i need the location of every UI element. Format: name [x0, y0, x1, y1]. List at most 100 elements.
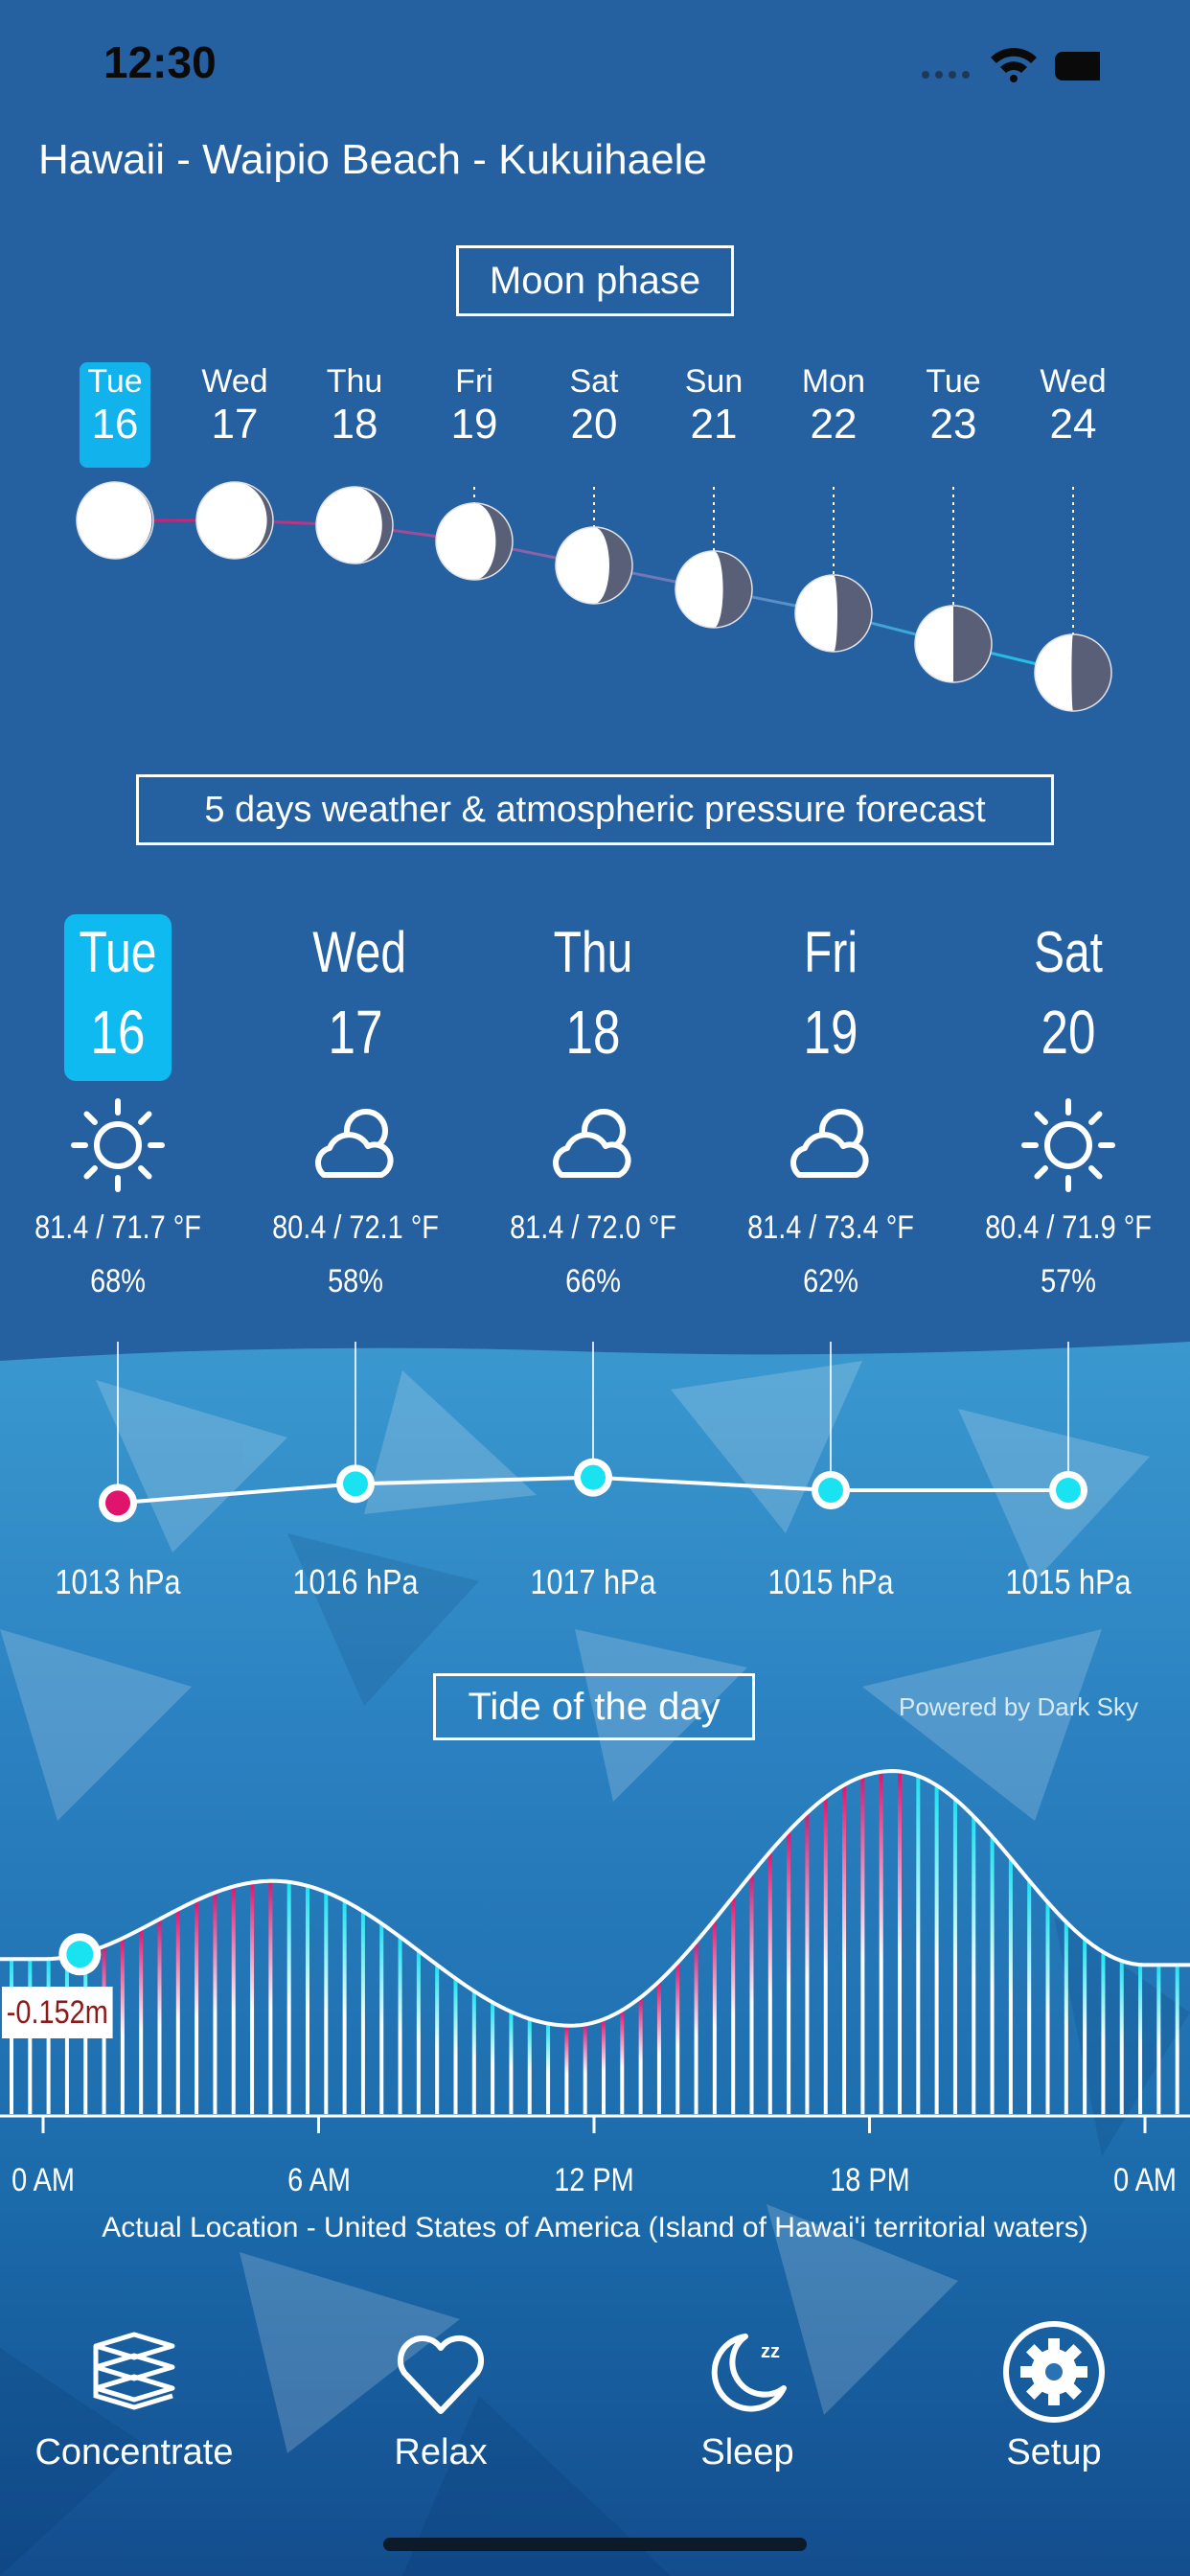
forecast-day-5[interactable]: Sat 20	[1015, 914, 1122, 1081]
moon-day-date: 24	[1049, 401, 1097, 448]
tide-bar	[860, 1776, 865, 2114]
tide-chart	[0, 1769, 1190, 2133]
moon-phase-icon	[675, 550, 753, 629]
moon-phase-icon	[794, 574, 873, 653]
tide-bar	[731, 1897, 736, 2114]
forecast-humidity: 68%	[90, 1263, 146, 1300]
tide-bar	[268, 1880, 273, 2114]
forecast-day-3[interactable]: Thu 18	[539, 914, 647, 1081]
moon-day-name: Sat	[569, 363, 619, 400]
moon-day-date: 22	[810, 401, 858, 448]
moon-day-name: Fri	[455, 363, 493, 400]
tide-title: Tide of the day	[433, 1673, 755, 1740]
tide-bar	[491, 2002, 495, 2114]
moon-day-name: Tue	[87, 363, 143, 400]
status-time: 12:30	[103, 37, 217, 87]
tide-bar	[1083, 1939, 1087, 2114]
tide-bar	[638, 1997, 643, 2114]
moon-day-8[interactable]: Tue 23	[918, 362, 989, 468]
moon-day-5[interactable]: Sat 20	[559, 362, 629, 468]
tide-bar	[656, 1981, 661, 2114]
moon-day-date: 18	[331, 401, 378, 448]
forecast-day-date: 20	[1041, 998, 1096, 1067]
tide-bar	[602, 2019, 606, 2114]
tab-setup[interactable]: Setup	[929, 2319, 1179, 2472]
moon-day-7[interactable]: Mon 22	[798, 362, 869, 468]
moon-phase-icon	[195, 481, 274, 560]
tide-bar	[120, 1938, 125, 2114]
tide-bar	[509, 2012, 514, 2114]
gear-icon	[1003, 2321, 1105, 2423]
forecast-day-name: Wed	[312, 920, 407, 984]
tide-bar	[1138, 1965, 1143, 2114]
moon-phase-icon	[914, 605, 993, 683]
tide-bar	[175, 1909, 180, 2114]
moon-day-name: Wed	[1040, 363, 1107, 400]
forecast-day-name: Fri	[804, 920, 858, 984]
tide-bar	[139, 1928, 144, 2114]
forecast-temps: 81.4 / 73.4 °F	[747, 1209, 914, 1246]
forecast-day-2[interactable]: Wed 17	[302, 914, 409, 1081]
moon-day-2[interactable]: Wed 17	[199, 362, 270, 468]
tide-footer: Actual Location - United States of Ameri…	[102, 2212, 1088, 2243]
tide-bar	[805, 1812, 810, 2114]
moon-day-name: Thu	[326, 363, 383, 400]
tide-bar	[823, 1797, 828, 2114]
moon-day-date: 17	[211, 401, 259, 448]
moon-day-name: Mon	[801, 363, 866, 400]
tab-label: Sleep	[700, 2432, 794, 2472]
battery-icon	[1055, 52, 1100, 80]
moon-day-name: Sun	[684, 363, 744, 400]
tide-tick-label: 0 AM	[1113, 2162, 1177, 2198]
moon-day-date: 16	[91, 401, 139, 448]
tide-bar	[1064, 1921, 1068, 2114]
moon-phase-icon	[76, 481, 154, 560]
tide-bar	[787, 1830, 791, 2114]
forecast-day-4[interactable]: Fri 19	[777, 914, 884, 1081]
pressure-point[interactable]	[574, 1458, 612, 1497]
tide-bar	[398, 1937, 402, 2114]
tide-bar	[879, 1771, 883, 2114]
moon-day-9[interactable]: Wed 24	[1038, 362, 1109, 468]
signal-icon	[922, 71, 970, 79]
tab-relax[interactable]: Relax	[316, 2319, 565, 2472]
tide-bar	[1045, 1901, 1050, 2114]
tab-concentrate[interactable]: Concentrate	[10, 2319, 259, 2472]
tide-bar	[546, 2023, 551, 2114]
tide-bar	[324, 1892, 329, 2114]
moon-day-name: Tue	[926, 363, 981, 400]
pressure-point[interactable]	[336, 1464, 375, 1504]
pressure-point[interactable]	[812, 1471, 850, 1509]
tide-bar	[620, 2010, 625, 2114]
forecast-day-name: Tue	[79, 920, 157, 984]
tide-bar	[916, 1776, 921, 2114]
tide-bar	[675, 1962, 680, 2114]
tide-bar	[1027, 1880, 1032, 2114]
tide-bar	[1156, 1965, 1161, 2114]
moon-day-date: 19	[450, 401, 498, 448]
forecast-day-date: 17	[328, 998, 383, 1067]
moon-day-name: Wed	[201, 363, 268, 400]
home-indicator[interactable]	[383, 2538, 807, 2551]
moon-day-4[interactable]: Fri 19	[439, 362, 510, 468]
pressure-point[interactable]	[1049, 1471, 1087, 1509]
pressure-point[interactable]	[99, 1484, 137, 1523]
forecast-day-date: 18	[565, 998, 621, 1067]
svg-text:zz: zz	[761, 2341, 780, 2362]
forecast-day-1[interactable]: Tue 16	[64, 914, 172, 1081]
tide-bar	[583, 2024, 587, 2114]
moon-day-6[interactable]: Sun 21	[678, 362, 749, 468]
tide-bar	[213, 1892, 217, 2114]
tab-sleep[interactable]: zz Sleep	[623, 2319, 872, 2472]
tab-label: Setup	[1006, 2432, 1102, 2472]
tide-bar	[1008, 1858, 1013, 2114]
moon-day-1[interactable]: Tue 16	[80, 362, 150, 468]
tide-bar	[767, 1852, 772, 2114]
tide-bar	[416, 1950, 421, 2114]
tide-current-marker[interactable]	[58, 1933, 102, 1976]
sun-icon	[1021, 1098, 1115, 1192]
moon-phase-title: Moon phase	[456, 245, 734, 316]
partly-cloudy-icon	[553, 1109, 631, 1178]
books-icon	[93, 2332, 175, 2410]
moon-day-3[interactable]: Thu 18	[319, 362, 390, 468]
